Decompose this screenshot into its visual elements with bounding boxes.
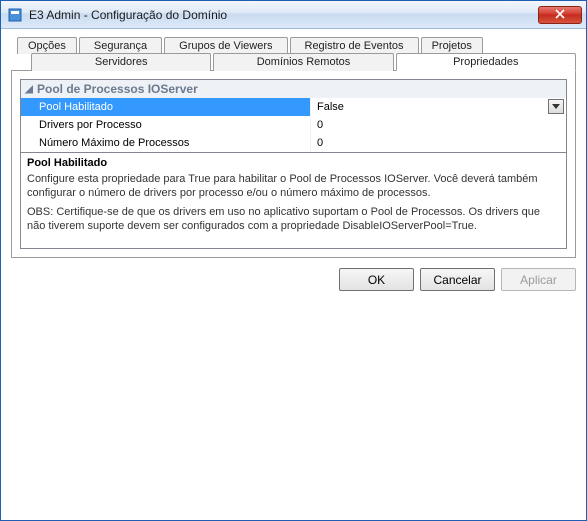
property-value-text: 0 bbox=[317, 137, 323, 149]
tabpanel-propriedades: ◢ Pool de Processos IOServer Pool Habili… bbox=[11, 70, 576, 258]
property-grid: ◢ Pool de Processos IOServer Pool Habili… bbox=[20, 79, 567, 249]
property-group-label: Pool de Processos IOServer bbox=[37, 82, 198, 96]
client-area: Opções Segurança Grupos de Viewers Regis… bbox=[1, 29, 586, 520]
property-value-text: 0 bbox=[317, 119, 323, 131]
tab-row-2: Servidores Domínios Remotos Propriedades bbox=[31, 53, 576, 71]
tab-opcoes[interactable]: Opções bbox=[17, 37, 77, 54]
property-row-numero-maximo-processos[interactable]: Número Máximo de Processos 0 bbox=[21, 134, 566, 152]
dropdown-button[interactable] bbox=[548, 99, 564, 114]
collapse-icon[interactable]: ◢ bbox=[21, 84, 37, 95]
apply-button: Aplicar bbox=[501, 268, 576, 291]
property-name: Número Máximo de Processos bbox=[21, 134, 311, 152]
property-row-drivers-por-processo[interactable]: Drivers por Processo 0 bbox=[21, 116, 566, 134]
property-grid-body: ◢ Pool de Processos IOServer Pool Habili… bbox=[21, 80, 566, 152]
dialog-buttons: OK Cancelar Aplicar bbox=[11, 258, 576, 291]
close-icon bbox=[555, 8, 565, 22]
close-button[interactable] bbox=[538, 6, 582, 24]
property-group-row[interactable]: ◢ Pool de Processos IOServer bbox=[21, 80, 566, 98]
cancel-button[interactable]: Cancelar bbox=[420, 268, 495, 291]
property-row-pool-habilitado[interactable]: Pool Habilitado False bbox=[21, 98, 566, 116]
window-title: E3 Admin - Configuração do Domínio bbox=[29, 8, 538, 22]
tab-row-1: Opções Segurança Grupos de Viewers Regis… bbox=[17, 37, 576, 54]
description-paragraph-1: Configure esta propriedade para True par… bbox=[27, 173, 560, 201]
tab-dominios-remotos[interactable]: Domínios Remotos bbox=[213, 53, 393, 71]
chevron-down-icon bbox=[552, 101, 560, 113]
titlebar: E3 Admin - Configuração do Domínio bbox=[1, 1, 586, 29]
tab-servidores[interactable]: Servidores bbox=[31, 53, 211, 71]
description-paragraph-2: OBS: Certifique-se de que os drivers em … bbox=[27, 206, 560, 234]
description-panel: Pool Habilitado Configure esta proprieda… bbox=[21, 152, 566, 248]
property-value[interactable]: 0 bbox=[311, 134, 566, 152]
tabs: Opções Segurança Grupos de Viewers Regis… bbox=[11, 37, 576, 258]
ok-button[interactable]: OK bbox=[339, 268, 414, 291]
property-name: Pool Habilitado bbox=[21, 98, 311, 116]
property-value[interactable]: False bbox=[311, 98, 566, 116]
tab-seguranca[interactable]: Segurança bbox=[79, 37, 162, 54]
property-value[interactable]: 0 bbox=[311, 116, 566, 134]
tab-projetos[interactable]: Projetos bbox=[421, 37, 483, 54]
property-value-text: False bbox=[317, 101, 344, 113]
tab-propriedades[interactable]: Propriedades bbox=[396, 53, 576, 71]
property-name: Drivers por Processo bbox=[21, 116, 311, 134]
tab-registro-eventos[interactable]: Registro de Eventos bbox=[290, 37, 419, 54]
description-title: Pool Habilitado bbox=[27, 157, 560, 171]
app-icon bbox=[7, 7, 23, 23]
tab-grupos-viewers[interactable]: Grupos de Viewers bbox=[164, 37, 287, 54]
